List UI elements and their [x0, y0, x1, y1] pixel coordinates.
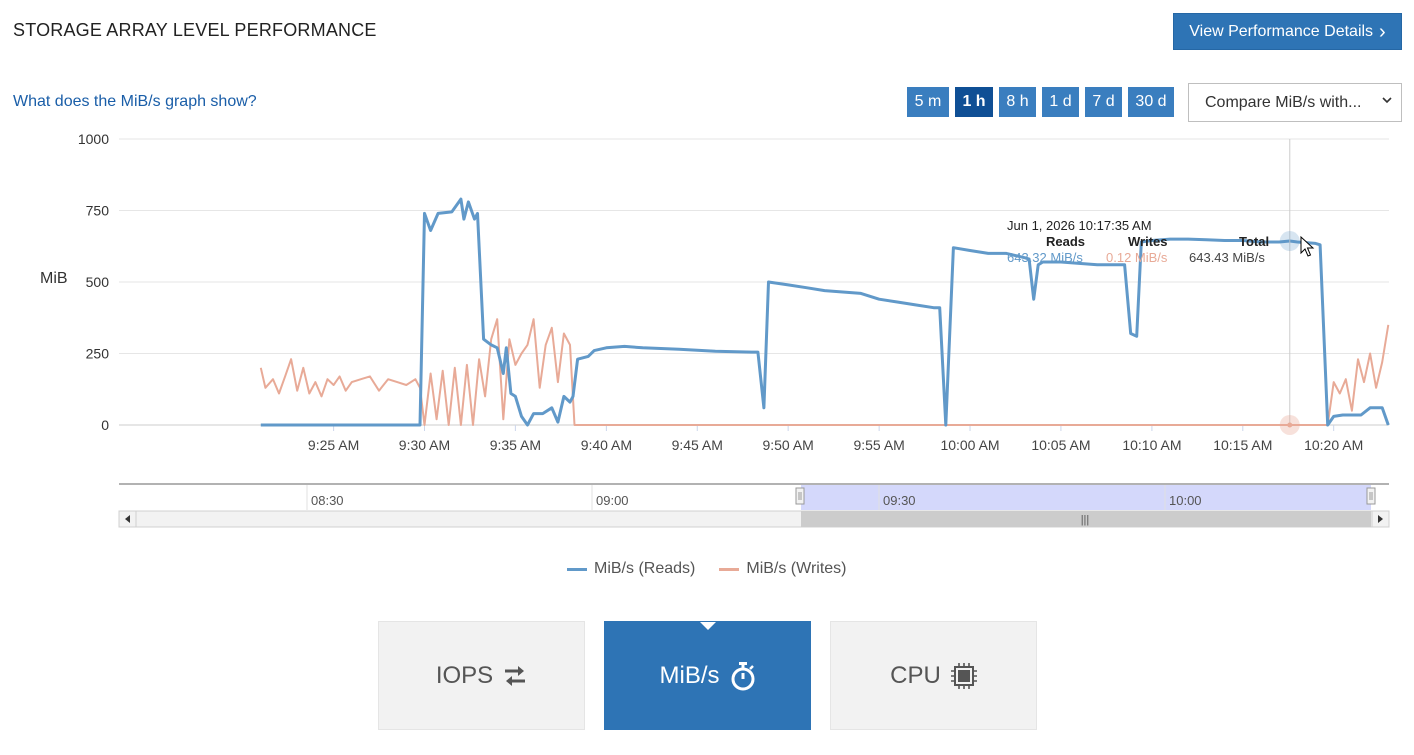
hover-dot-writes [1287, 422, 1293, 428]
navigator-label-1000: 10:00 [1169, 493, 1202, 508]
x-tick-label-9: 10:10 AM [1122, 437, 1181, 453]
x-tick-label-3: 9:40 AM [581, 437, 632, 453]
series-line-writes [259, 318, 1390, 426]
x-tick-label-7: 10:00 AM [940, 437, 999, 453]
tooltip-reads-value: 643.32 MiB/s [1007, 250, 1083, 265]
scrollbar-grip-icon: ||| [1081, 514, 1090, 526]
tab-iops[interactable]: IOPS [378, 621, 585, 730]
x-tick-label-4: 9:45 AM [672, 437, 723, 453]
chart-legend: MiB/s (Reads) MiB/s (Writes) [567, 560, 847, 578]
stopwatch-icon [730, 661, 756, 691]
x-tick-label-8: 10:05 AM [1031, 437, 1090, 453]
y-tick-label-750: 750 [86, 203, 110, 219]
tooltip-writes-value: 0.12 MiB/s [1106, 250, 1168, 265]
range-navigator[interactable]: 08:30 09:00 09:30 10:00 ||| [118, 483, 1390, 528]
y-tick-label-1000: 1000 [78, 131, 109, 147]
mouse-cursor-icon [1300, 235, 1315, 257]
hover-marker-reads [1279, 231, 1300, 252]
tooltip-date: Jun 1, 2026 10:17:35 AM [1007, 218, 1152, 233]
tab-mibs[interactable]: MiB/s [604, 621, 811, 730]
tab-cpu[interactable]: CPU [830, 621, 1037, 730]
legend-swatch-reads [567, 567, 587, 571]
x-tick-label-6: 9:55 AM [853, 437, 904, 453]
x-tick-label-5: 9:50 AM [762, 437, 813, 453]
series-line-reads [260, 197, 1390, 427]
swap-arrows-icon [503, 664, 527, 688]
x-tick-label-0: 9:25 AM [308, 437, 359, 453]
chart-series [259, 197, 1390, 427]
tab-iops-label: IOPS [435, 661, 494, 689]
x-axis-ticks: 9:25 AM 9:30 AM 9:35 AM 9:40 AM 9:45 AM 9:50 … [308, 425, 1363, 453]
y-axis-ticks: 0 250 500 750 1000 [78, 131, 109, 433]
legend-swatch-writes [719, 567, 740, 571]
legend-item-writes[interactable]: MiB/s (Writes) [719, 560, 847, 578]
x-tick-label-11: 10:20 AM [1304, 437, 1363, 453]
legend-label-reads: MiB/s (Reads) [594, 560, 696, 577]
navigator-left-handle[interactable] [795, 487, 805, 505]
y-axis-label: MiB [40, 270, 68, 287]
navigator-label-0900: 09:00 [596, 493, 629, 508]
tooltip-total-label: Total [1239, 234, 1269, 249]
tooltip-writes-label: Writes [1128, 234, 1168, 249]
navigator-right-handle[interactable] [1366, 487, 1376, 505]
x-tick-label-1: 9:30 AM [399, 437, 450, 453]
cpu-chip-icon [950, 662, 977, 689]
legend-label-writes: MiB/s (Writes) [746, 560, 847, 577]
navigator-label-0930: 09:30 [883, 493, 916, 508]
legend-item-reads[interactable]: MiB/s (Reads) [567, 560, 695, 578]
x-tick-label-2: 9:35 AM [490, 437, 541, 453]
tooltip-total-value: 643.43 MiB/s [1189, 250, 1265, 265]
tab-cpu-label: CPU [890, 661, 941, 689]
y-tick-label-500: 500 [86, 274, 110, 290]
chart-gridlines [119, 138, 1389, 426]
mibs-chart[interactable]: 0 250 500 750 1000 MiB 9:25 AM 9:30 AM 9:35 AM… [0, 0, 1414, 545]
y-tick-label-0: 0 [101, 417, 109, 433]
y-tick-label-250: 250 [86, 346, 110, 362]
x-tick-label-10: 10:15 AM [1213, 437, 1272, 453]
navigator-label-0830: 08:30 [311, 493, 344, 508]
tooltip-reads-label: Reads [1046, 234, 1085, 249]
tab-mibs-label: MiB/s [659, 661, 720, 689]
